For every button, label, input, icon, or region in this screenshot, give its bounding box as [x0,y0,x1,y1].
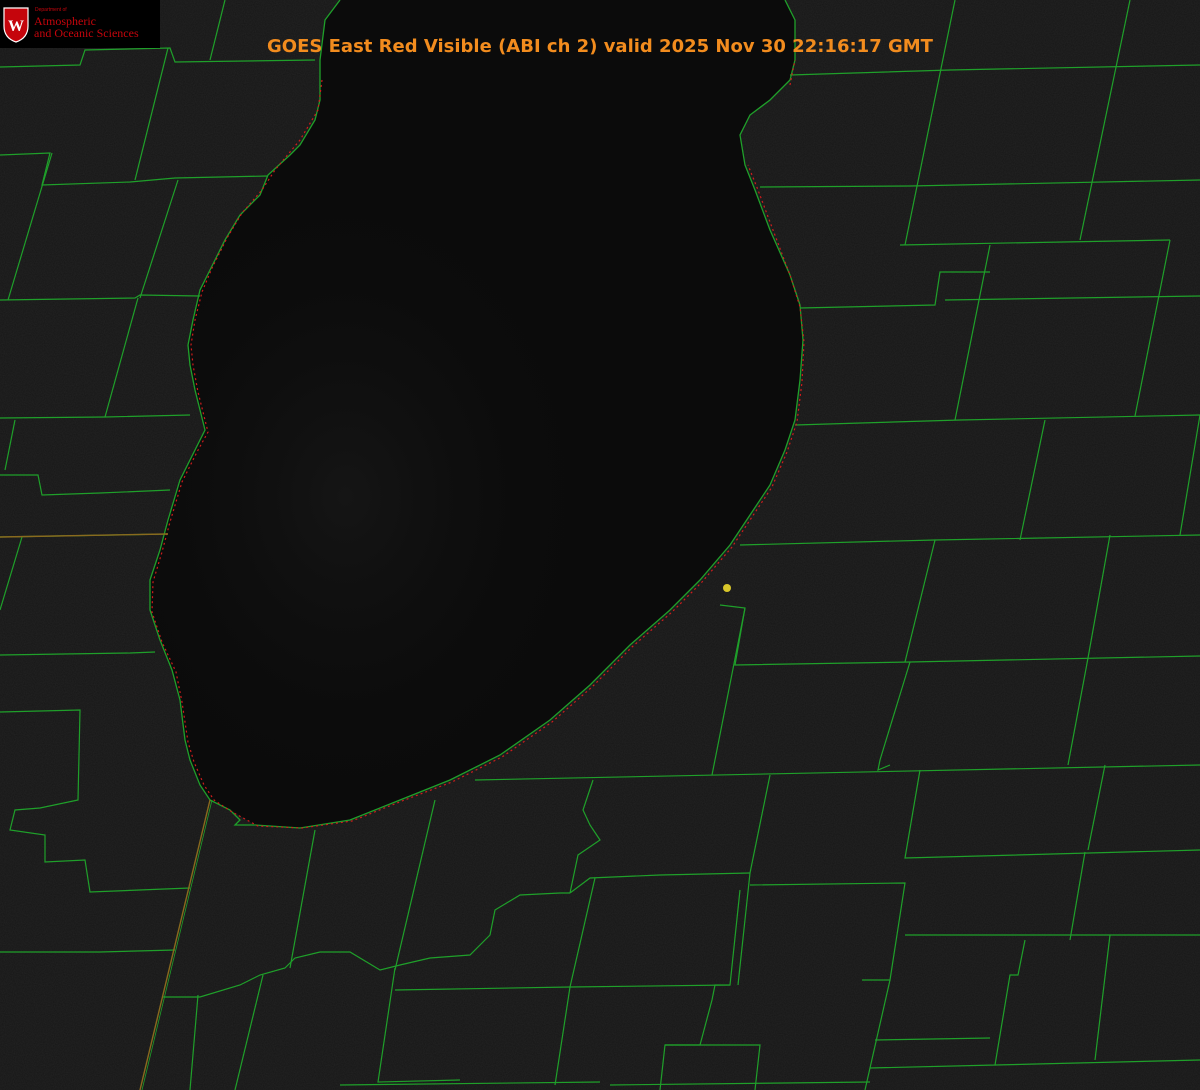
satellite-map-canvas[interactable] [0,0,1200,1090]
satellite-map[interactable]: W Department of Atmospheric and Oceanic … [0,0,1200,1090]
location-marker[interactable] [723,584,731,592]
logo-department-label: Department of [35,7,67,13]
seal-letter: W [8,18,24,35]
image-title: GOES East Red Visible (ABI ch 2) valid 2… [267,36,933,57]
